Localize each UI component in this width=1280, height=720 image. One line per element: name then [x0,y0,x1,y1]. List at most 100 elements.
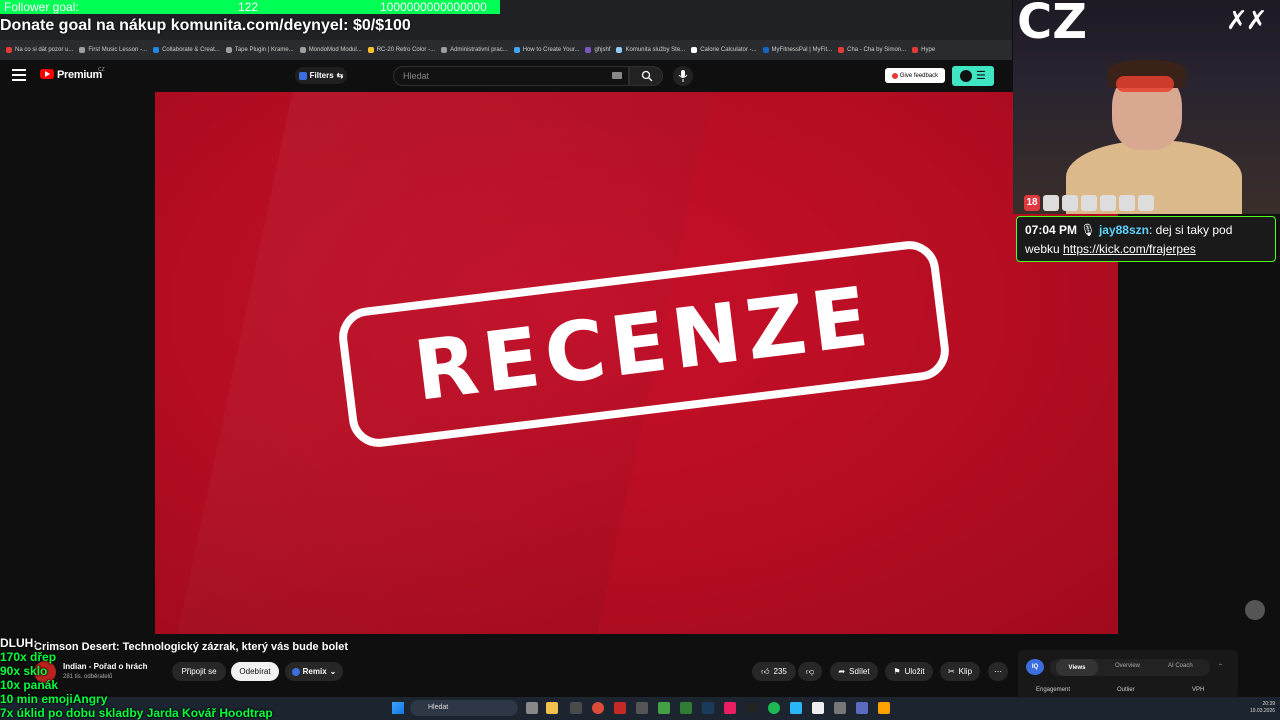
taskbar-search-label: Hledat [428,704,449,711]
iq-badge[interactable]: IQ [1026,659,1044,675]
chevron-down-icon: ⌄ [329,667,337,676]
tab-overview[interactable]: Overview [1115,663,1140,669]
app-icon[interactable] [878,702,890,714]
extension-button[interactable]: ☰ [952,66,994,86]
bookmark-label: Na co si dát pozor u... [15,47,74,53]
bookmark-favicon-icon [299,47,306,53]
mic-button[interactable] [673,66,693,86]
chevron-up-icon[interactable]: ⌃ [1218,663,1223,670]
app-icon[interactable] [724,702,736,714]
bookmark-item[interactable]: MyFitnessPal | MyFit... [762,47,833,53]
rocket-icon[interactable] [1245,600,1265,620]
bookmark-item[interactable]: ghjshf [585,47,610,53]
chrome-icon[interactable] [592,702,604,714]
bookmark-label: Calorie Calculator -... [700,47,757,53]
bookmark-item[interactable]: First Music Lesson -... [79,47,147,53]
taskbar-clock[interactable]: 20:39 19.03.2026 [1250,701,1275,715]
chat-link[interactable]: https://kick.com/frajerpes [1063,242,1196,256]
menu-lines-icon: ☰ [976,70,986,82]
bookmark-label: RC-20 Retro Color -... [376,47,436,53]
telegram-icon[interactable] [790,702,802,714]
task-view-icon[interactable] [526,702,538,714]
follower-goal-current: 122 [238,0,259,14]
more-actions-button[interactable]: ⋯ [988,662,1008,681]
bookmark-favicon-icon [79,47,86,53]
logo-text[interactable]: Premium [57,69,102,81]
donate-goal-text: Donate goal na nákup komunita.com/deynye… [0,17,411,34]
excel-icon[interactable] [680,702,692,714]
badge-icon [1062,195,1078,211]
app-icon[interactable] [636,702,648,714]
spotify-icon[interactable] [768,702,780,714]
like-count: 235 [773,667,787,676]
chat-time: 07:04 PM [1025,223,1078,237]
bookmark-item[interactable]: MondoMod Modul... [299,47,362,53]
app-icon[interactable] [746,702,758,714]
remix-icon [291,667,300,676]
bookmark-label: MondoMod Modul... [308,47,362,53]
thumbs-down-icon: 👎︎ [805,666,815,676]
youtube-logo-icon[interactable] [40,69,54,79]
bookmark-favicon-icon [616,47,623,53]
clip-button[interactable]: ✂ Klip [940,662,980,681]
bookmark-item[interactable]: RC-20 Retro Color -... [367,47,436,53]
file-explorer-icon[interactable] [546,702,558,714]
windows-start-icon[interactable] [392,702,404,714]
dislike-button[interactable]: 👎︎ [798,662,822,681]
badge-row: 18 [1024,195,1174,213]
app-icon[interactable] [856,702,868,714]
give-feedback-button[interactable]: Give feedback [885,68,945,83]
bookmark-favicon-icon [585,47,592,53]
steam-icon[interactable] [702,702,714,714]
clip-label: Klip [958,667,973,676]
taskbar-search[interactable] [410,700,518,716]
share-button[interactable]: ➦ Sdílet [830,662,878,681]
bookmark-label: Cha - Cha by Simon... [847,47,907,53]
bookmark-item[interactable]: Hype [912,47,935,53]
debt-list-item: 90x sklo [0,664,48,678]
follower-goal-target: 1000000000000000 [380,0,487,14]
badge-icon [1043,195,1059,211]
like-button[interactable]: 👍︎ 235 [752,662,796,681]
tab-ai-coach[interactable]: AI Coach [1168,663,1193,669]
badge-icon [1081,195,1097,211]
save-button[interactable]: ⚑ Uložit [885,662,933,681]
menu-icon[interactable] [12,68,26,82]
app-icon[interactable] [834,702,846,714]
debt-list-item: 10x panák [0,678,59,692]
keyboard-icon[interactable] [612,72,622,79]
chat-username[interactable]: jay88szn [1099,223,1149,237]
remix-button[interactable]: Remix ⌄ [285,662,343,681]
bookmark-favicon-icon [838,47,845,53]
bookmark-item[interactable]: How to Create Your... [513,47,579,53]
stream-tag: CZ [1017,0,1088,50]
bookmark-label: MyFitnessPal | MyFit... [771,47,833,53]
search-placeholder: Hledat [403,71,430,81]
bookmarks-bar: Na co si dát pozor u... First Music Lesso… [0,40,1012,60]
filters-button[interactable]: Filters ⇆ [295,67,347,84]
bookmark-item[interactable]: Cha - Cha by Simon... [838,47,906,53]
bookmark-favicon-icon [153,47,160,53]
debt-list-item: 170x dřep [0,650,57,664]
bookmark-label: ghjshf [594,47,611,53]
clock-time: 20:39 [1262,701,1276,707]
bookmark-icon: ⚑ [893,667,901,676]
bookmark-favicon-icon [912,47,919,53]
debt-list-item: 7x úklid po dobu skladby Jarda Kovář Hoo… [0,706,273,720]
app-icon[interactable] [614,702,626,714]
remix-label: Remix [302,667,327,676]
tab-views[interactable]: Views [1056,659,1098,676]
bookmark-item[interactable]: Tape Plugin | Krame... [225,47,294,53]
app-icon[interactable] [570,702,582,714]
bookmark-label: Administrativní prac... [450,47,508,53]
bookmark-item[interactable]: Calorie Calculator -... [691,47,757,53]
bookmark-item[interactable]: Komunita služby Ste... [616,47,685,53]
bookmark-item[interactable]: Collaborate & Creat... [153,47,220,53]
app-icon[interactable] [658,702,670,714]
app-icon[interactable] [812,702,824,714]
bookmark-item[interactable]: Na co si dát pozor u... [6,47,73,53]
bookmark-favicon-icon [513,47,520,53]
search-button[interactable] [629,66,663,86]
bookmark-favicon-icon [225,47,232,53]
bookmark-item[interactable]: Administrativní prac... [441,47,508,53]
